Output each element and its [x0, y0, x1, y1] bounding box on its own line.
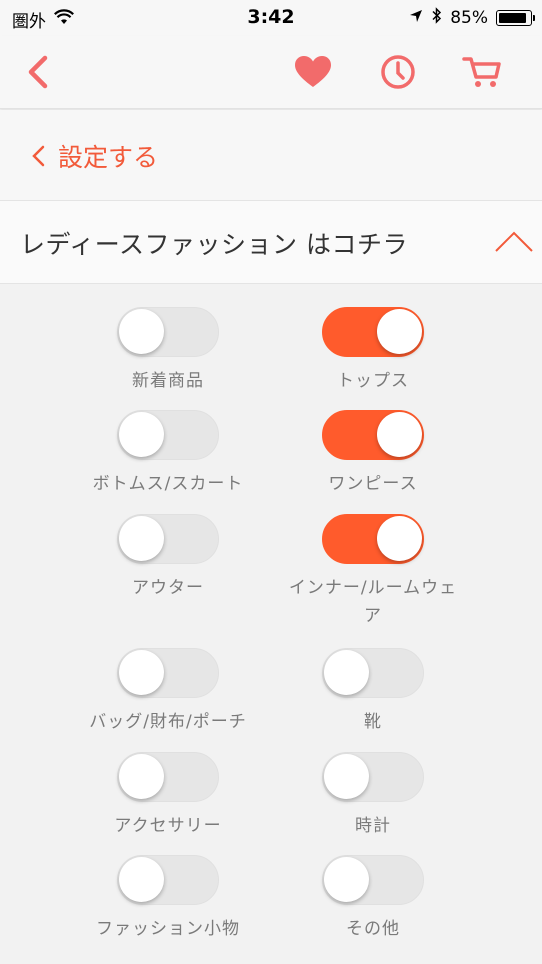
- back-chevron-icon: [28, 55, 48, 89]
- toggle-label: ワンピース: [328, 474, 418, 494]
- toggle-label: インナー/ルームウェ ア: [273, 574, 473, 630]
- toggle-label: 時計: [355, 816, 391, 836]
- bluetooth-icon: [431, 7, 442, 29]
- toggle-switch[interactable]: [322, 855, 424, 905]
- battery-icon: [496, 10, 535, 26]
- battery-percent: 85%: [450, 8, 488, 28]
- toggle-switch[interactable]: [322, 514, 424, 564]
- toggle-cell: ボトムス/スカート: [68, 410, 268, 498]
- toggle-knob: [324, 857, 369, 902]
- toggle-knob: [324, 754, 369, 799]
- toggle-knob: [324, 650, 369, 695]
- status-bar: 圏外 3:42 85%: [0, 0, 542, 36]
- toggle-label: その他: [346, 919, 400, 939]
- toggle-cell: その他: [273, 855, 473, 943]
- status-right: 85%: [409, 7, 535, 29]
- nav-bar: [0, 36, 542, 109]
- toggle-cell: ワンピース: [273, 410, 473, 498]
- toggle-cell: アクセサリー: [68, 752, 268, 840]
- location-arrow-icon: [409, 8, 423, 28]
- toggle-cell: アウター: [68, 514, 268, 602]
- favorites-button[interactable]: [291, 50, 335, 94]
- toggle-knob: [119, 309, 164, 354]
- toggle-label: バッグ/財布/ポーチ: [89, 712, 247, 732]
- toggle-cell: トップス: [273, 307, 473, 395]
- toggle-switch[interactable]: [322, 752, 424, 802]
- toggle-label: トップス: [337, 371, 409, 391]
- toggle-label: アウター: [132, 578, 204, 598]
- toggle-cell: 靴: [273, 648, 473, 736]
- toggle-cell: インナー/ルームウェ ア: [273, 514, 473, 630]
- toggle-knob: [119, 516, 164, 561]
- toggle-switch[interactable]: [322, 410, 424, 460]
- toggle-label-line: インナー/ルームウェ: [288, 578, 458, 598]
- toggle-label-line: ア: [364, 606, 382, 626]
- section-header[interactable]: レディースファッション はコチラ: [0, 200, 542, 284]
- toggle-cell: 時計: [273, 752, 473, 840]
- toggle-cell: ファッション小物: [68, 855, 268, 943]
- clock-icon: [381, 55, 415, 89]
- settings-row: 設定する: [0, 110, 542, 200]
- toggle-switch[interactable]: [322, 648, 424, 698]
- toggle-switch[interactable]: [117, 752, 219, 802]
- toggle-switch[interactable]: [117, 307, 219, 357]
- toggle-cell: バッグ/財布/ポーチ: [68, 648, 268, 736]
- toggle-knob: [119, 754, 164, 799]
- chevron-up-icon: [495, 231, 533, 252]
- toggle-switch[interactable]: [117, 648, 219, 698]
- heart-icon: [295, 56, 331, 87]
- toggle-label: ファッション小物: [96, 919, 240, 939]
- toggle-knob: [119, 650, 164, 695]
- toggle-switch[interactable]: [117, 514, 219, 564]
- toggle-knob: [377, 309, 422, 354]
- settings-link[interactable]: 設定する: [30, 138, 158, 174]
- toggle-knob: [119, 412, 164, 457]
- toggle-knob: [119, 857, 164, 902]
- history-button[interactable]: [376, 50, 420, 94]
- collapse-button[interactable]: [492, 219, 536, 263]
- toggle-switch[interactable]: [117, 410, 219, 460]
- toggle-switch[interactable]: [322, 307, 424, 357]
- toggle-label: 靴: [364, 712, 382, 732]
- toggle-knob: [377, 516, 422, 561]
- toggle-label: 新着商品: [132, 371, 204, 391]
- section-title: レディースファッション はコチラ: [20, 230, 408, 259]
- chevron-left-icon: [32, 145, 45, 167]
- settings-link-label: 設定する: [58, 143, 159, 172]
- cart-icon: [462, 57, 501, 87]
- toggle-knob: [377, 412, 422, 457]
- toggle-switch[interactable]: [117, 855, 219, 905]
- toggle-label: アクセサリー: [114, 816, 222, 836]
- toggle-cell: 新着商品: [68, 307, 268, 395]
- toggle-label: ボトムス/スカート: [92, 474, 244, 494]
- back-button[interactable]: [16, 50, 60, 94]
- cart-button[interactable]: [460, 50, 504, 94]
